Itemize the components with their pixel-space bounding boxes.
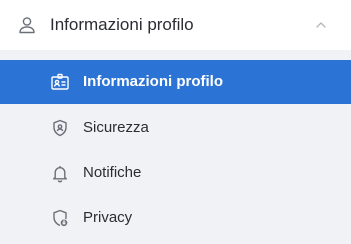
shield-icon bbox=[53, 119, 67, 137]
shield-lock-icon bbox=[53, 209, 68, 227]
menu-item-privacy[interactable]: Privacy bbox=[0, 196, 351, 240]
menu-item-label: Notifiche bbox=[83, 164, 142, 181]
chevron-up-icon[interactable] bbox=[314, 18, 328, 32]
menu-item-label: Informazioni profilo bbox=[83, 73, 223, 90]
menu-item-informazioni-profilo[interactable]: Informazioni profilo bbox=[0, 60, 351, 104]
profile-section-header[interactable]: Informazioni profilo bbox=[0, 0, 351, 50]
menu-item-sicurezza[interactable]: Sicurezza bbox=[0, 106, 351, 150]
bell-icon bbox=[53, 166, 67, 183]
id-card-icon bbox=[51, 73, 69, 90]
user-icon bbox=[19, 17, 35, 34]
menu-item-label: Privacy bbox=[83, 209, 133, 226]
settings-menu: Informazioni profilo Sicurezza Notifiche bbox=[0, 60, 351, 240]
profile-settings-panel: Informazioni profilo Informazioni profil… bbox=[0, 0, 351, 244]
section-title: Informazioni profilo bbox=[50, 15, 194, 34]
menu-item-notifiche[interactable]: Notifiche bbox=[0, 151, 351, 195]
menu-item-label: Sicurezza bbox=[83, 119, 149, 136]
